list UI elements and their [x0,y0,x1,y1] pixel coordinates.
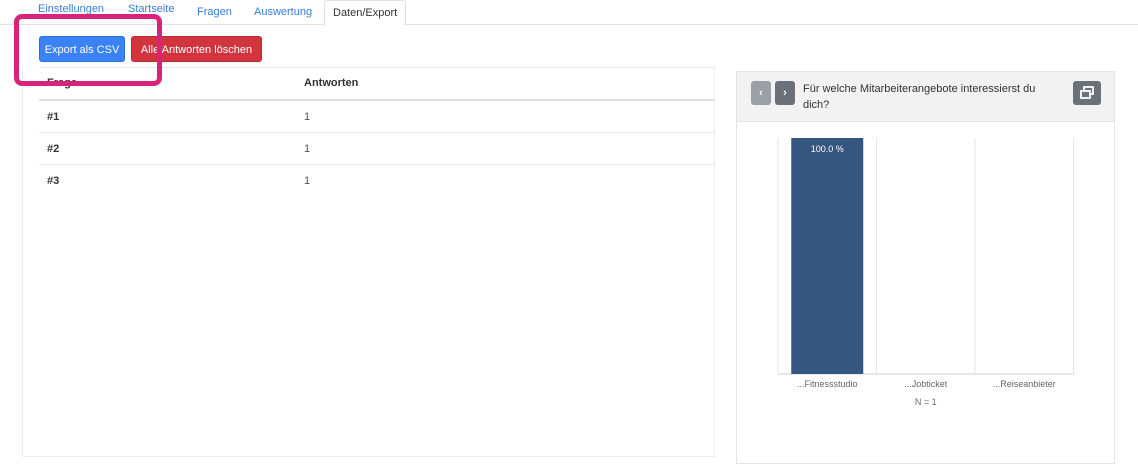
tab-fragen[interactable]: Fragen [189,0,240,25]
delete-all-answers-button[interactable]: Alle Antworten löschen [131,36,262,62]
tab-auswertung[interactable]: Auswertung [246,0,320,25]
row-frage: #2 [47,143,60,155]
row-antworten: 1 [304,175,311,187]
tab-startseite[interactable]: Startseite [120,0,182,25]
bar-chart-svg: 100.0 % ...Fitnessstudio ...Jobticket ...Re… [777,138,1074,407]
tab-einstellungen[interactable]: Einstellungen [30,0,112,25]
sample-size-label: N = 1 [915,397,937,407]
bar-data-label: 100.0 % [811,144,844,154]
tab-daten-export[interactable]: Daten/Export [324,0,407,26]
row-antworten: 1 [304,143,311,155]
bar [791,138,864,374]
x-tick-label: ...Reiseanbieter [993,379,1056,389]
table-row: #1 1 [39,101,715,133]
column-header-frage[interactable]: Frage [47,77,77,89]
row-frage: #3 [47,175,60,187]
row-antworten: 1 [304,111,311,123]
row-frage: #1 [47,111,60,123]
question-chart-card: ‹ › Für welche Mitarbeiterangebote inter… [736,71,1115,464]
table-row: #2 1 [39,133,715,165]
tab-bar: Einstellungen Startseite Fragen Auswertu… [0,0,1138,26]
table-row: #3 1 [39,165,715,197]
table-header-row: Frage Antworten [39,67,715,101]
x-tick-label: ...Jobticket [904,379,948,389]
x-tick-label: ...Fitnessstudio [797,379,858,389]
export-csv-button[interactable]: Export als CSV [39,36,125,62]
column-header-antworten[interactable]: Antworten [304,77,358,89]
